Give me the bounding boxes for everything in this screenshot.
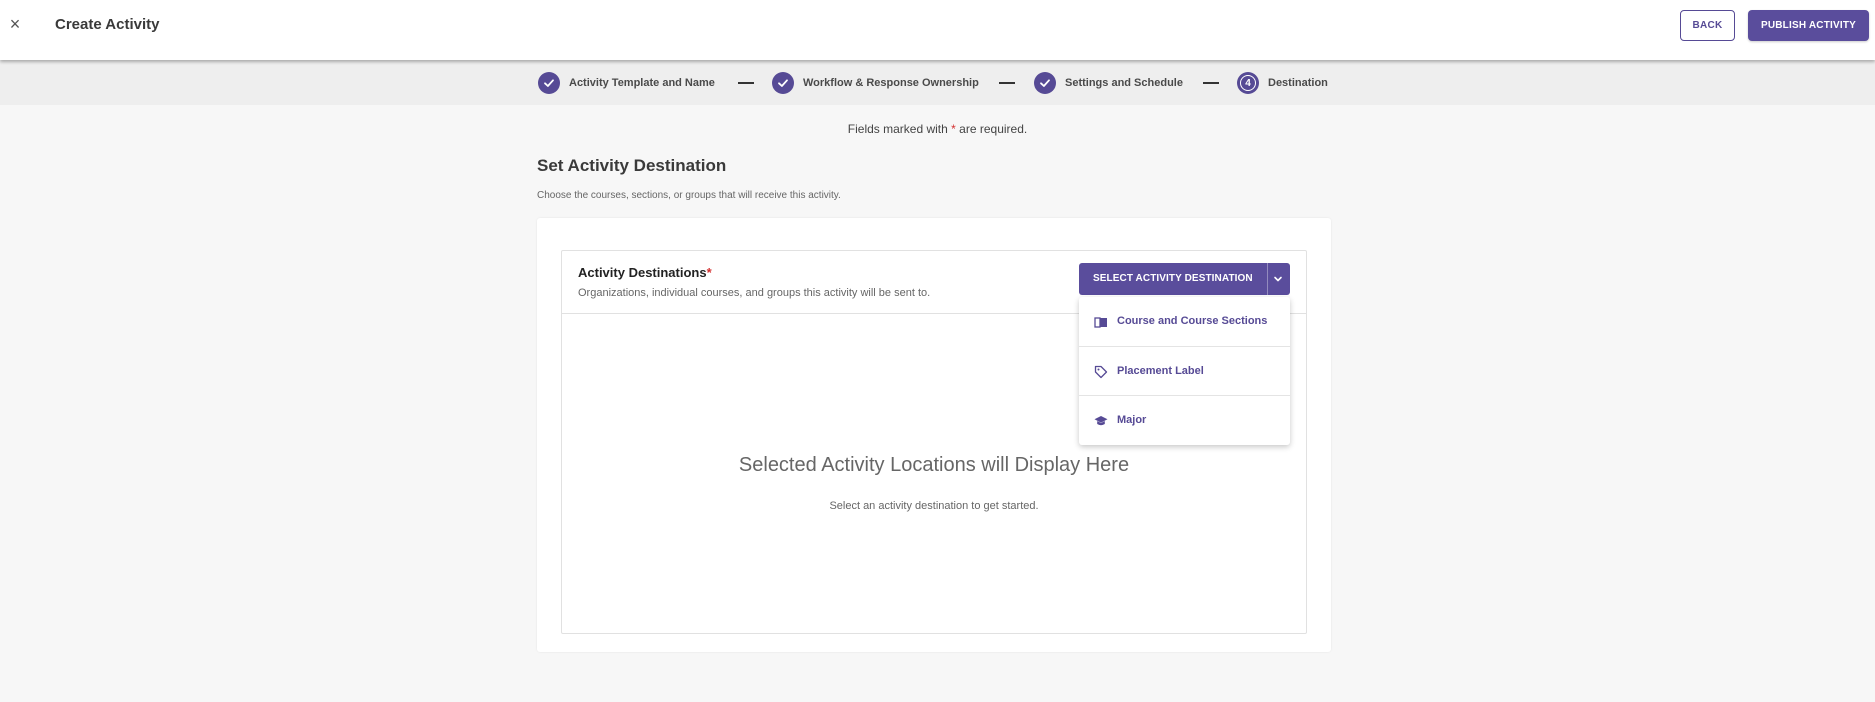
check-icon <box>772 72 794 94</box>
menu-item-course-sections[interactable]: Course and Course Sections <box>1079 297 1290 346</box>
step-number-badge: 4 <box>1237 72 1259 94</box>
step-workflow[interactable]: Workflow & Response Ownership <box>772 72 979 94</box>
step-label: Settings and Schedule <box>1065 77 1183 89</box>
check-icon <box>538 72 560 94</box>
step-label: Destination <box>1268 77 1328 89</box>
step-settings[interactable]: Settings and Schedule <box>1034 72 1183 94</box>
button-divider <box>1267 263 1268 295</box>
menu-item-label: Major <box>1117 414 1147 426</box>
menu-item-label: Course and Course Sections <box>1117 315 1268 327</box>
check-icon <box>1034 72 1056 94</box>
empty-state-subtitle: Select an activity destination to get st… <box>829 500 1039 512</box>
panel-subtitle: Organizations, individual courses, and g… <box>578 287 931 299</box>
graduation-cap-icon <box>1094 416 1108 426</box>
publish-activity-button[interactable]: PUBLISH ACTIVITY <box>1748 10 1869 41</box>
required-star: * <box>951 122 956 136</box>
menu-item-placement-label[interactable]: Placement Label <box>1079 346 1290 395</box>
chevron-down-icon[interactable] <box>1271 272 1285 286</box>
section-description: Choose the courses, sections, or groups … <box>537 190 841 201</box>
close-icon[interactable]: × <box>7 15 23 33</box>
required-fields-note: Fields marked with * are required. <box>847 122 1028 136</box>
menu-item-major[interactable]: Major <box>1079 395 1290 444</box>
step-connector <box>738 82 754 84</box>
destination-dropdown-menu: Course and Course Sections Placement Lab… <box>1079 297 1290 445</box>
step-label: Activity Template and Name <box>569 77 715 89</box>
step-connector <box>1203 82 1219 84</box>
top-bar: × Create Activity BACK PUBLISH ACTIVITY <box>0 0 1875 60</box>
step-activity-template[interactable]: Activity Template and Name <box>538 72 715 94</box>
panel-title: Activity Destinations* <box>578 265 712 280</box>
empty-state-title: Selected Activity Locations will Display… <box>738 454 1130 476</box>
back-button[interactable]: BACK <box>1680 10 1735 41</box>
menu-item-label: Placement Label <box>1117 365 1204 377</box>
step-label: Workflow & Response Ownership <box>803 77 979 89</box>
page-title: Create Activity <box>55 16 160 33</box>
book-icon <box>1094 317 1107 328</box>
step-destination[interactable]: 4 Destination <box>1237 72 1328 94</box>
step-connector <box>999 82 1015 84</box>
section-title: Set Activity Destination <box>537 156 727 175</box>
tag-icon <box>1094 365 1108 379</box>
required-star: * <box>706 265 712 280</box>
select-activity-destination-button[interactable]: SELECT ACTIVITY DESTINATION <box>1079 263 1290 295</box>
select-button-label: SELECT ACTIVITY DESTINATION <box>1093 273 1253 284</box>
